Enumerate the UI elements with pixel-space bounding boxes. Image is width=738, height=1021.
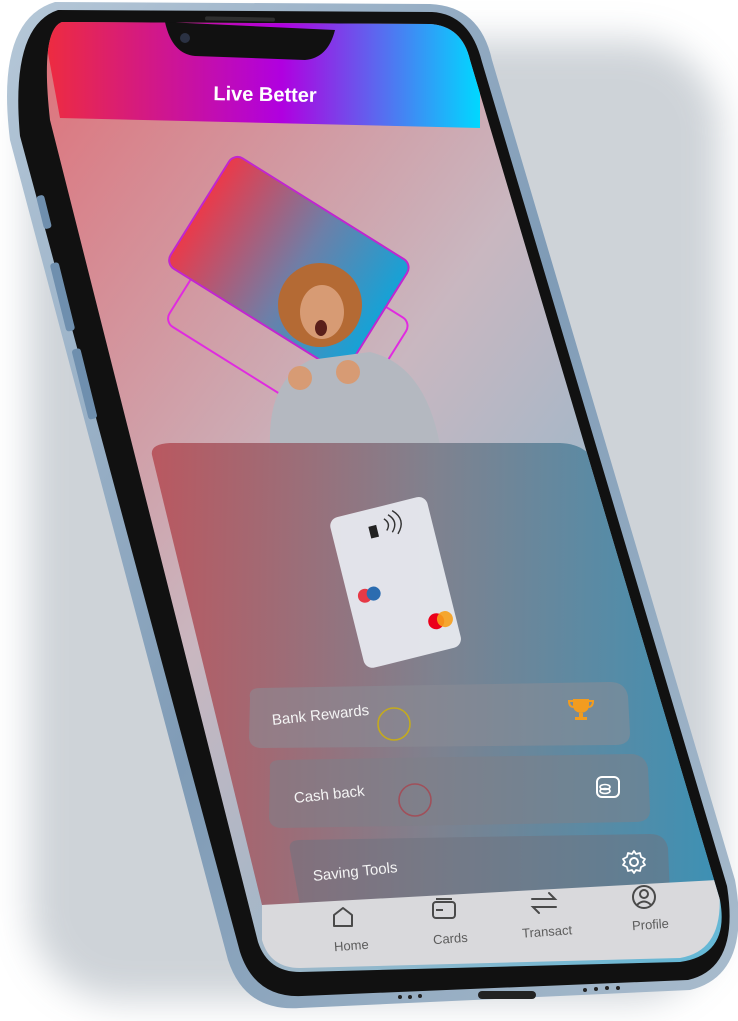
nav-cards[interactable]: Cards [433, 930, 469, 947]
user-icon[interactable] [630, 883, 658, 911]
home-icon[interactable] [330, 904, 356, 930]
transfer-arrows-icon[interactable] [528, 889, 560, 917]
header-title: Live Better [213, 83, 317, 107]
trophy-icon[interactable] [567, 696, 595, 722]
nav-home[interactable]: Home [334, 937, 370, 954]
coins-wallet-icon[interactable] [594, 774, 624, 800]
gear-icon[interactable] [620, 848, 648, 876]
nav-profile[interactable]: Profile [632, 916, 670, 934]
cards-icon[interactable] [429, 896, 459, 922]
